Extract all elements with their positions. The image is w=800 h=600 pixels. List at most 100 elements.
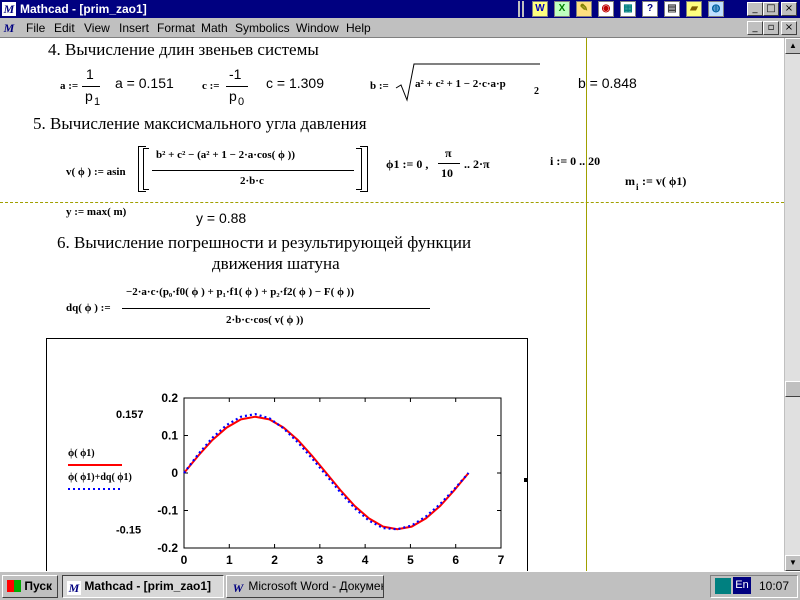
v-bracket-right-outer: [360, 146, 368, 192]
x-tick-label: 0: [181, 553, 188, 567]
c-denominator-sub: 0: [238, 96, 245, 108]
phi1-range-end: .. 2·π: [464, 157, 490, 171]
y-min-label: -0.15: [116, 524, 141, 536]
section-6-heading-line2: движения шатуна: [212, 254, 340, 273]
mathcad-app-icon[interactable]: M: [2, 2, 16, 16]
minimize-button[interactable]: _: [747, 2, 763, 16]
close-button[interactable]: ×: [781, 2, 797, 16]
resize-handle-right: [524, 478, 528, 482]
x-tick-label: 4: [362, 553, 369, 567]
menu-edit[interactable]: Edit: [54, 21, 75, 35]
doc-restore-button[interactable]: ▫: [763, 21, 779, 35]
task-word[interactable]: W Microsoft Word - Докумен...: [226, 575, 384, 598]
phi1-numerator: π: [445, 146, 452, 160]
tool-icon[interactable]: ▦: [620, 1, 636, 17]
v-definition[interactable]: v( ϕ ) := asin: [66, 166, 126, 178]
v-denominator: 2·b·c: [240, 175, 264, 187]
vertical-scrollbar[interactable]: ▲ ▼: [784, 38, 800, 571]
x-tick-label: 7: [498, 553, 505, 567]
window-title: Mathcad - [prim_zao1]: [20, 2, 147, 16]
m-definition[interactable]: m: [625, 174, 635, 189]
system-tray: En 10:07: [710, 575, 798, 598]
scroll-down-button[interactable]: ▼: [785, 555, 800, 571]
toolbar-grip[interactable]: [518, 1, 524, 17]
menu-view[interactable]: View: [84, 21, 110, 35]
excel-icon[interactable]: X: [554, 1, 570, 17]
menu-symbolics[interactable]: Symbolics: [235, 21, 290, 35]
i-range-definition[interactable]: i := 0 .. 20: [550, 154, 600, 169]
dq-fraction-bar: [122, 308, 430, 309]
taskbar: Пуск M Mathcad - [prim_zao1] W Microsoft…: [0, 571, 800, 600]
x-tick-label: 1: [226, 553, 233, 567]
title-bar: M Mathcad - [prim_zao1] W X ✎ ◉ ▦? ▤ ▰ ◍ _ □ ×: [0, 0, 800, 18]
y-tick-label: 0.1: [161, 429, 178, 443]
menu-file[interactable]: File: [26, 21, 45, 35]
x-tick-label: 6: [452, 553, 459, 567]
v-fraction-bar: [152, 170, 354, 171]
b-result: b = 0.848: [578, 75, 637, 91]
doc-minimize-button[interactable]: _: [747, 21, 763, 35]
page-boundary-horizontal: [0, 202, 784, 203]
c-definition[interactable]: c :=: [202, 80, 220, 92]
y-tick-label: 0: [171, 466, 178, 480]
scroll-up-button[interactable]: ▲: [785, 38, 800, 54]
worksheet[interactable]: 4. Вычисление длин звеньев системы a := …: [0, 38, 784, 571]
dq-numerator: −2·a·c·(p₀·f0( ϕ ) + p₁·f1( ϕ ) + p₂·f2(…: [126, 286, 355, 298]
a-numerator: 1: [86, 66, 94, 82]
m-rhs: := v( ϕ1): [642, 174, 687, 188]
menu-math[interactable]: Math: [201, 21, 228, 35]
section-4-heading: 4. Вычисление длин звеньев системы: [48, 40, 319, 59]
start-label: Пуск: [24, 579, 53, 593]
c-fraction-bar: [226, 86, 248, 87]
b-definition[interactable]: b :=: [370, 80, 389, 92]
dq-denominator: 2·b·c·cos( v( ϕ )): [226, 314, 304, 326]
c-numerator: -1: [229, 66, 242, 82]
earth-icon[interactable]: ◍: [708, 1, 724, 17]
menu-help[interactable]: Help: [346, 21, 371, 35]
x-tick-label: 5: [407, 553, 414, 567]
search-icon[interactable]: ?: [642, 1, 658, 17]
scroll-thumb[interactable]: [785, 381, 800, 397]
paint-icon[interactable]: ✎: [576, 1, 592, 17]
word-task-icon: W: [231, 581, 245, 595]
a-result: a = 0.151: [115, 75, 174, 91]
finder-icon[interactable]: ◉: [598, 1, 614, 17]
maximize-button[interactable]: □: [763, 2, 779, 16]
y-definition[interactable]: y := max( m): [66, 206, 126, 218]
a-denominator-sub: 1: [94, 96, 101, 108]
menu-format[interactable]: Format: [157, 21, 195, 35]
m-subscript: i: [636, 182, 639, 192]
v-numerator: b² + c² − (a² + 1 − 2·a·cos( ϕ )): [156, 149, 295, 161]
a-definition[interactable]: a :=: [60, 80, 78, 92]
y-tick-label: 0.2: [161, 391, 178, 405]
c-result: c = 1.309: [266, 75, 324, 91]
x-tick-label: 2: [271, 553, 278, 567]
y-tick-label: -0.1: [157, 504, 178, 518]
c-denominator: p: [229, 88, 237, 104]
monitor-icon[interactable]: [715, 578, 731, 594]
b-expression: a² + c² + 1 − 2·c·a·p: [415, 78, 506, 90]
word-icon[interactable]: W: [532, 1, 548, 17]
document-icon[interactable]: M: [2, 21, 16, 35]
windows-logo-icon: [7, 580, 21, 592]
menu-insert[interactable]: Insert: [119, 21, 149, 35]
y-tick-label: -0.2: [157, 541, 178, 555]
dq-definition[interactable]: dq( ϕ ) :=: [66, 302, 111, 314]
y-max-label: 0.157: [116, 409, 144, 421]
phi1-denominator: 10: [441, 166, 453, 180]
line-chart[interactable]: 0.20.10-0.1-0.2012345670.157-0.1506.283ϕ…: [46, 338, 536, 571]
menu-bar: M File Edit View Insert Format Math Symb…: [0, 18, 800, 38]
language-indicator[interactable]: En: [733, 577, 751, 594]
menu-window[interactable]: Window: [296, 21, 339, 35]
task-mathcad-label: Mathcad - [prim_zao1]: [84, 579, 212, 593]
legend-label-1: ϕ( ϕ1): [68, 448, 95, 459]
task-mathcad[interactable]: M Mathcad - [prim_zao1]: [62, 575, 224, 598]
doc-icon[interactable]: ▤: [664, 1, 680, 17]
y-result: y = 0.88: [196, 210, 247, 226]
start-button[interactable]: Пуск: [2, 575, 58, 598]
phi1-definition[interactable]: ϕ1 := 0 ,: [386, 157, 428, 172]
doc-close-button[interactable]: ×: [781, 21, 797, 35]
folder-icon[interactable]: ▰: [686, 1, 702, 17]
phi1-fraction-bar: [438, 163, 460, 164]
page-boundary-vertical: [586, 38, 587, 571]
